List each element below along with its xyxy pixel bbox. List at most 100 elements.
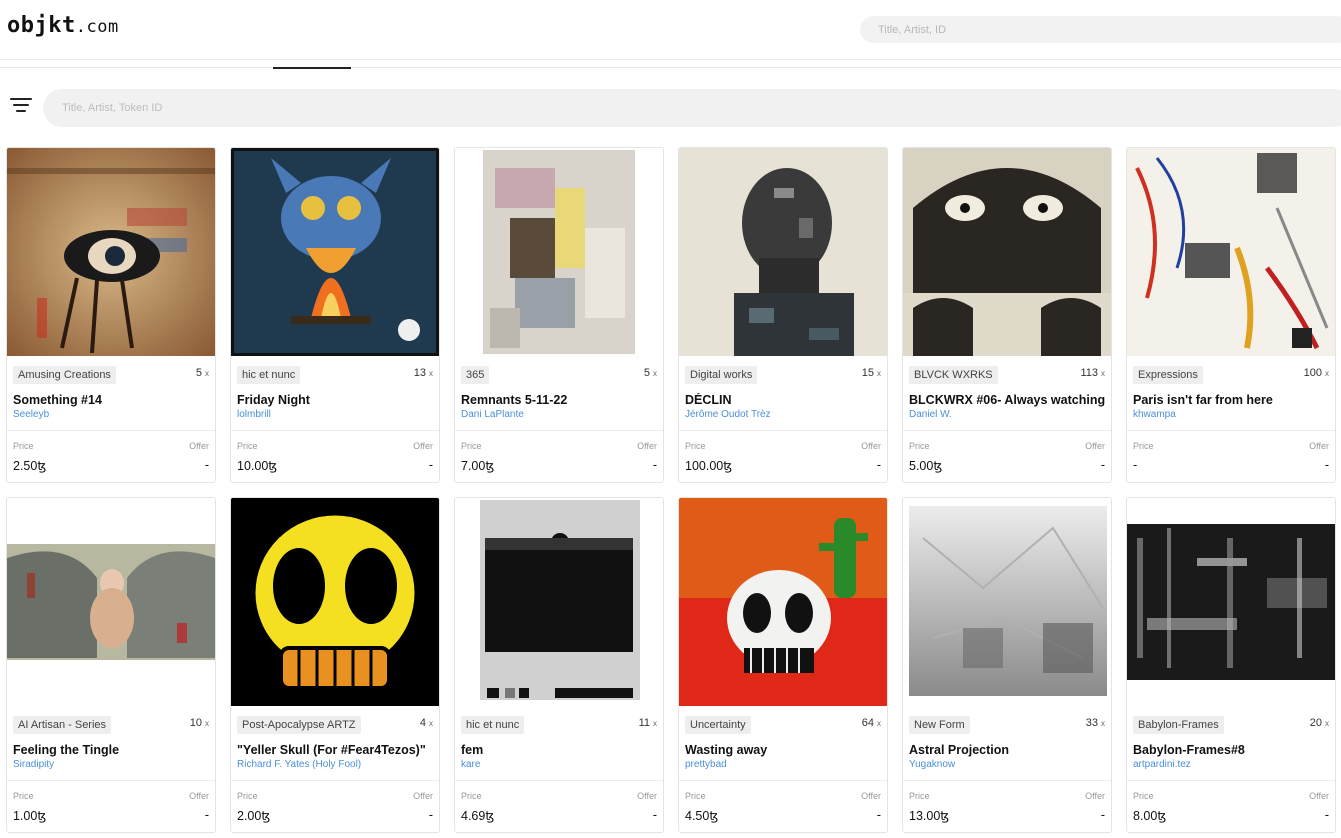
price-value: 7.00ꜩ	[461, 459, 495, 473]
token-artwork-image[interactable]	[903, 498, 1111, 706]
price-value: 2.00ꜩ	[237, 809, 271, 823]
global-search-input[interactable]	[860, 16, 1341, 43]
token-artwork-image[interactable]	[679, 498, 887, 706]
collection-badge[interactable]: Post-Apocalypse ARTZ	[237, 716, 361, 734]
token-title[interactable]: Wasting away	[685, 743, 883, 757]
offer-label: Offer	[1085, 441, 1105, 451]
token-card[interactable]: New Form 33 x Astral Projection Yugaknow …	[902, 497, 1112, 833]
token-card[interactable]: Digital works 15 x DÉCLIN Jérôme Oudot Tr…	[678, 147, 888, 483]
token-title[interactable]: "Yeller Skull (For #Fear4Tezos)"	[237, 743, 435, 757]
offer-label: Offer	[637, 441, 657, 451]
token-card[interactable]: Uncertainty 64 x Wasting away prettybad P…	[678, 497, 888, 833]
offer-value: -	[1100, 808, 1105, 822]
token-artwork-image[interactable]	[1127, 148, 1335, 356]
edition-count: 5x	[643, 367, 657, 379]
artist-link[interactable]: Dani LaPlante	[461, 409, 524, 420]
artist-link[interactable]: Yugaknow	[909, 759, 955, 770]
token-card[interactable]: Amusing Creations 5x Something #14 Seele…	[6, 147, 216, 483]
token-artwork-image[interactable]	[1127, 498, 1335, 706]
card-divider	[1127, 430, 1335, 431]
edition-count: 64 x	[861, 717, 881, 729]
token-title[interactable]: BLCKWRX #06- Always watching	[909, 393, 1107, 407]
offer-label: Offer	[861, 791, 881, 801]
token-artwork-image[interactable]	[7, 148, 215, 356]
price-value: 2.50ꜩ	[13, 459, 47, 473]
token-title[interactable]: Paris isn't far from here	[1133, 393, 1331, 407]
token-title[interactable]: Astral Projection	[909, 743, 1107, 757]
token-artwork-image[interactable]	[231, 498, 439, 706]
edition-count: 4x	[419, 717, 433, 729]
edition-count: 100 x	[1303, 367, 1329, 379]
collection-badge[interactable]: hic et nunc	[461, 716, 525, 734]
logo-main: objkt	[7, 13, 76, 38]
artist-link[interactable]: prettybad	[685, 759, 727, 770]
artist-link[interactable]: Jérôme Oudot Trèz	[685, 409, 771, 420]
token-card[interactable]: Babylon-Frames 20 x Babylon-Frames#8 artp…	[1126, 497, 1336, 833]
offer-value: -	[1324, 808, 1329, 822]
card-divider	[455, 430, 663, 431]
offer-value: -	[204, 458, 209, 472]
token-card[interactable]: AI Artisan - Series 10 x Feeling the Ting…	[6, 497, 216, 833]
collection-badge[interactable]: 365	[461, 366, 490, 384]
offer-label: Offer	[189, 791, 209, 801]
artist-link[interactable]: Siradipity	[13, 759, 54, 770]
offer-label: Offer	[1085, 791, 1105, 801]
edition-count: 13 x	[413, 367, 433, 379]
collection-badge[interactable]: BLVCK WXRKS	[909, 366, 998, 384]
token-artwork-image[interactable]	[679, 148, 887, 356]
offer-value: -	[1324, 458, 1329, 472]
offer-label: Offer	[413, 791, 433, 801]
card-divider	[679, 780, 887, 781]
card-divider	[679, 430, 887, 431]
token-card[interactable]: Expressions 100 x Paris isn't far from he…	[1126, 147, 1336, 483]
token-card[interactable]: 365 5x Remnants 5-11-22 Dani LaPlante Pr…	[454, 147, 664, 483]
token-title[interactable]: Babylon-Frames#8	[1133, 743, 1331, 757]
offer-label: Offer	[1309, 441, 1329, 451]
price-label: Price	[685, 791, 706, 801]
card-divider	[455, 780, 663, 781]
artist-link[interactable]: Seeleyb	[13, 409, 49, 420]
artist-link[interactable]: artpardini.tez	[1133, 759, 1191, 770]
filter-icon[interactable]	[10, 97, 32, 115]
collection-badge[interactable]: AI Artisan - Series	[13, 716, 112, 734]
price-label: Price	[685, 441, 706, 451]
price-value: 5.00ꜩ	[909, 459, 943, 473]
card-divider	[903, 780, 1111, 781]
token-artwork-image[interactable]	[455, 498, 663, 706]
token-title[interactable]: Something #14	[13, 393, 211, 407]
artist-link[interactable]: kare	[461, 759, 480, 770]
offer-value: -	[204, 808, 209, 822]
token-artwork-image[interactable]	[7, 498, 215, 706]
token-card[interactable]: Post-Apocalypse ARTZ 4x "Yeller Skull (F…	[230, 497, 440, 833]
token-card[interactable]: hic et nunc 11 x fem kare Price Offer 4.6…	[454, 497, 664, 833]
token-title[interactable]: Feeling the Tingle	[13, 743, 211, 757]
collection-badge[interactable]: New Form	[909, 716, 970, 734]
offer-label: Offer	[1309, 791, 1329, 801]
token-title[interactable]: Friday Night	[237, 393, 435, 407]
token-title[interactable]: DÉCLIN	[685, 393, 883, 407]
token-title[interactable]: fem	[461, 743, 659, 757]
collection-badge[interactable]: Digital works	[685, 366, 758, 384]
site-logo[interactable]: objkt.com	[7, 13, 119, 38]
token-card[interactable]: BLVCK WXRKS 113 x BLCKWRX #06- Always wat…	[902, 147, 1112, 483]
artist-link[interactable]: Richard F. Yates (Holy Fool)	[237, 759, 361, 770]
token-search-input[interactable]	[43, 89, 1341, 127]
token-artwork-image[interactable]	[231, 148, 439, 356]
collection-badge[interactable]: Uncertainty	[685, 716, 751, 734]
artist-link[interactable]: Daniel W.	[909, 409, 952, 420]
edition-count: 10 x	[189, 717, 209, 729]
collection-badge[interactable]: Amusing Creations	[13, 366, 116, 384]
collection-badge[interactable]: Expressions	[1133, 366, 1203, 384]
token-card[interactable]: hic et nunc 13 x Friday Night lolmbrill P…	[230, 147, 440, 483]
collection-badge[interactable]: Babylon-Frames	[1133, 716, 1224, 734]
artist-link[interactable]: khwampa	[1133, 409, 1176, 420]
active-tab-indicator[interactable]	[273, 67, 351, 69]
token-title[interactable]: Remnants 5-11-22	[461, 393, 659, 407]
price-label: Price	[461, 441, 482, 451]
artist-link[interactable]: lolmbrill	[237, 409, 271, 420]
offer-label: Offer	[413, 441, 433, 451]
token-artwork-image[interactable]	[455, 148, 663, 356]
collection-badge[interactable]: hic et nunc	[237, 366, 301, 384]
token-artwork-image[interactable]	[903, 148, 1111, 356]
offer-value: -	[428, 458, 433, 472]
